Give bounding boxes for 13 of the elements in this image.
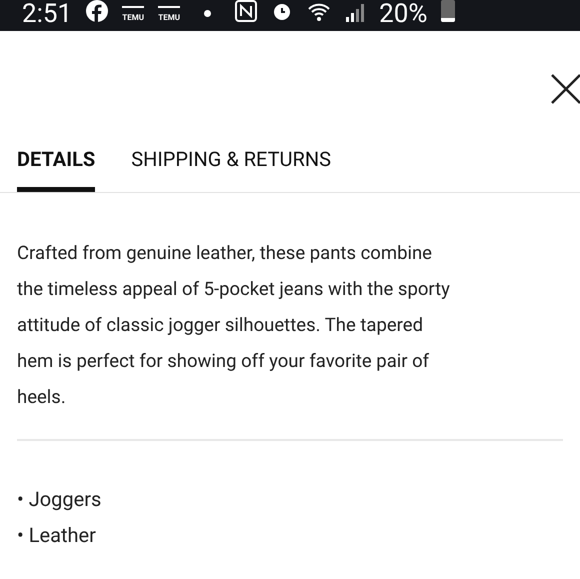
battery-percent: 20% [379,1,428,27]
wifi-icon [307,2,332,22]
signal-icon [345,2,366,22]
feature-item: • Joggers [17,486,102,513]
feature-item: • Leather [17,522,97,549]
tab[interactable]: DETAILS [17,141,96,192]
product-description: Crafted from genuine leather, these pants combine the timeless appeal of 5-pocket jeans with the sporty attitude of classic jogger silhouettes. The tapered hem is perfect for showing off your favorite pair of heels. [17,241,451,410]
clock-time: 2:51 [22,1,72,27]
nfc-icon [235,0,258,22]
battery-icon [441,0,456,22]
close-icon [550,73,580,105]
tab[interactable]: SHIPPING & RETURNS [131,141,331,192]
close-button[interactable] [550,73,580,105]
